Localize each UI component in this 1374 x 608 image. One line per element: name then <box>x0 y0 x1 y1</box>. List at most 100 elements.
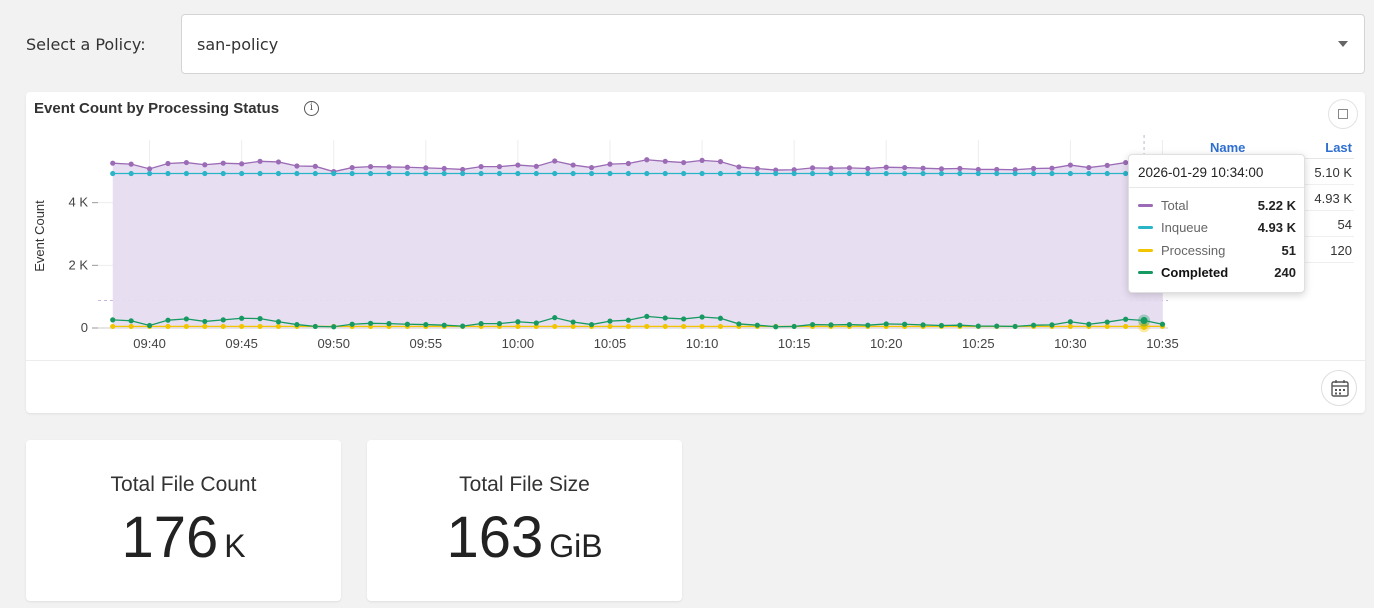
data-point-inqueue <box>110 170 116 177</box>
data-point-inqueue <box>423 170 429 177</box>
data-point-inqueue <box>294 170 300 177</box>
data-point-inqueue <box>717 170 724 177</box>
stat-title: Total File Count <box>110 473 257 496</box>
data-point-completed <box>1030 322 1037 328</box>
data-point-total <box>717 159 724 165</box>
x-tick-label: 10:25 <box>962 336 995 351</box>
data-point-inqueue <box>1067 170 1073 177</box>
data-point-total <box>294 163 300 169</box>
data-point-total <box>883 164 889 170</box>
data-point-inqueue <box>681 170 687 177</box>
data-point-total <box>1086 164 1092 171</box>
tooltip-divider <box>1129 187 1304 188</box>
data-point-completed <box>478 321 484 327</box>
data-point-completed <box>975 323 981 329</box>
data-point-inqueue <box>920 170 926 177</box>
data-point-inqueue <box>644 170 650 177</box>
tooltip-time: 2026-01-29 10:34:00 <box>1138 165 1264 180</box>
data-point-inqueue <box>275 170 282 177</box>
data-point-completed <box>1067 319 1073 325</box>
data-point-inqueue <box>312 170 318 177</box>
data-point-inqueue <box>883 170 889 177</box>
data-point-completed <box>717 315 724 321</box>
data-point-inqueue <box>349 170 355 177</box>
data-point-processing <box>128 323 134 330</box>
legend-name-header[interactable]: Name <box>1210 140 1245 155</box>
data-point-total <box>1067 162 1073 168</box>
data-point-inqueue <box>1012 170 1018 177</box>
legend-last-header[interactable]: Last <box>1325 140 1352 155</box>
legend-last-value: 120 <box>1330 243 1352 258</box>
data-point-processing <box>717 323 724 330</box>
chevron-down-icon[interactable] <box>1338 41 1348 47</box>
data-point-total <box>239 161 245 167</box>
total-area-fill <box>112 159 1163 328</box>
data-point-total <box>736 164 742 170</box>
data-point-total <box>570 162 576 168</box>
data-point-total <box>533 163 539 169</box>
series-swatch <box>1138 271 1153 274</box>
data-point-inqueue <box>496 170 503 177</box>
data-point-total <box>828 165 834 171</box>
data-point-inqueue <box>460 170 466 177</box>
data-point-total <box>662 158 668 164</box>
legend-last-value: 54 <box>1337 217 1352 232</box>
stat-number: 176 <box>121 505 219 570</box>
chart-tooltip: 2026-01-29 10:34:00 Total 5.22 K Inqueue… <box>1128 154 1305 293</box>
tooltip-value: 51 <box>1281 243 1296 258</box>
data-point-inqueue <box>1049 170 1055 177</box>
calendar-button[interactable] <box>1321 370 1357 406</box>
data-point-completed <box>515 319 521 325</box>
legend-last-value: 4.93 K <box>1314 191 1352 206</box>
data-point-completed <box>994 323 1000 329</box>
data-point-completed <box>1086 321 1092 327</box>
data-point-processing <box>1067 323 1073 330</box>
data-point-total <box>809 165 816 171</box>
data-point-total <box>957 165 963 172</box>
data-point-completed <box>809 321 816 328</box>
data-point-completed <box>588 321 595 328</box>
data-point-inqueue <box>791 170 797 177</box>
data-point-inqueue <box>146 170 153 177</box>
data-point-processing <box>515 323 521 330</box>
data-point-total <box>1030 165 1037 172</box>
tooltip-label: Inqueue <box>1161 220 1208 235</box>
data-point-inqueue <box>773 170 779 177</box>
data-point-total <box>404 164 410 170</box>
data-point-processing <box>275 323 282 330</box>
data-point-inqueue <box>165 170 171 177</box>
y-tick-label: 4 K <box>68 195 88 210</box>
policy-select[interactable]: san-policy <box>181 14 1365 74</box>
data-point-total <box>312 163 318 169</box>
data-point-completed <box>239 315 245 321</box>
data-point-completed <box>220 317 226 323</box>
tooltip-label: Processing <box>1161 243 1226 258</box>
x-tick-label: 09:40 <box>133 336 166 351</box>
data-point-processing <box>239 323 245 330</box>
policy-label: Select a Policy: <box>26 35 146 54</box>
data-point-completed <box>736 321 742 327</box>
x-tick-label: 10:30 <box>1054 336 1087 351</box>
data-point-inqueue <box>570 170 576 177</box>
x-tick-label: 10:20 <box>870 336 903 351</box>
data-point-inqueue <box>828 170 834 177</box>
tooltip-value: 4.93 K <box>1257 220 1296 235</box>
data-point-total <box>183 159 189 166</box>
data-point-inqueue <box>183 170 189 177</box>
data-point-inqueue <box>809 170 816 177</box>
data-point-completed <box>846 321 852 328</box>
stat-number: 163 <box>446 505 544 570</box>
data-point-inqueue <box>938 170 945 177</box>
data-point-inqueue <box>478 170 484 177</box>
data-point-total <box>1049 165 1055 171</box>
data-point-processing <box>165 323 171 330</box>
data-point-inqueue <box>552 170 558 177</box>
stat-unit: K <box>224 528 246 564</box>
data-point-completed <box>275 319 282 325</box>
data-point-completed <box>441 322 447 328</box>
data-point-total <box>496 164 503 170</box>
data-point-completed <box>294 321 300 328</box>
data-point-completed <box>423 321 429 328</box>
data-point-processing <box>1123 323 1129 330</box>
data-point-inqueue <box>386 170 392 177</box>
